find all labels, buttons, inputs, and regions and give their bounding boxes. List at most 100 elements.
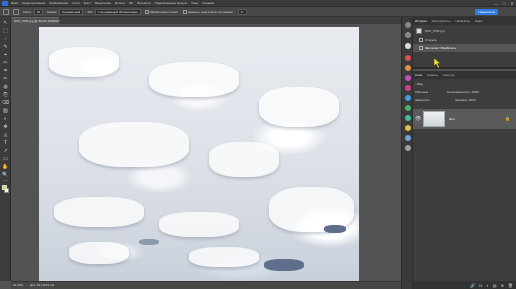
menu-view[interactable]: Просмотр [137, 1, 151, 5]
eyedropper-tool[interactable]: ✂ [2, 60, 9, 66]
layer-filter-select[interactable]: Вид [418, 82, 423, 86]
fill-field[interactable]: 100% [468, 98, 476, 102]
visibility-eye-icon[interactable]: 👁 [415, 116, 421, 122]
maximize-button[interactable]: □ [500, 0, 508, 7]
adjustment-layer-icon[interactable]: ◐ [486, 283, 488, 288]
hand-tool[interactable]: ✋ [2, 164, 9, 170]
menu-plugins[interactable]: Подключаемые модули [155, 1, 188, 5]
eraser-tool[interactable]: ⌫ [2, 100, 9, 106]
layer-name[interactable]: Фон [449, 116, 455, 122]
plugin-icon[interactable] [405, 115, 411, 121]
fill-label: Заливка: [455, 98, 468, 102]
blur-tool[interactable]: ◐ [2, 116, 9, 122]
tab-channels[interactable]: Каналы [427, 73, 438, 77]
brush-tool[interactable]: ✏ [2, 76, 9, 82]
angle-field[interactable]: 0° [237, 8, 247, 15]
type-tool[interactable]: T [2, 140, 9, 146]
plugin-icon[interactable] [405, 75, 411, 81]
ice-floe [54, 197, 144, 227]
search-icon[interactable]: ⌕ [415, 82, 417, 86]
document-tab[interactable]: DSC_6761.jpg @ 33,3% (RGB/8) * [11, 17, 61, 24]
share-button[interactable]: Поделиться [475, 9, 498, 15]
history-snapshot[interactable]: DSC_6761.jpg [413, 27, 516, 35]
layers-panel: Слои Каналы Контуры ⌕ Вид Обычные Непроз… [413, 71, 516, 289]
status-zoom[interactable]: 33,33% [13, 283, 23, 287]
plugin-icon[interactable] [405, 55, 411, 61]
minimize-button[interactable]: — [492, 0, 500, 7]
brush-settings-icon[interactable] [405, 32, 411, 38]
history-icon[interactable] [405, 22, 411, 28]
new-layer-icon[interactable]: ⊕ [501, 283, 504, 288]
lock-row: Закрепить: Заливка: 100% [415, 97, 476, 103]
opacity-field[interactable]: 100% [472, 90, 480, 94]
tab-layers[interactable]: Слои [415, 73, 422, 77]
link-layers-icon[interactable]: 🔗 [470, 283, 475, 288]
mode-select[interactable]: Нормальный [59, 8, 84, 15]
more-tools-icon[interactable]: ⋯ [2, 178, 9, 184]
history-state-selected[interactable]: Заплатка: Обработать [413, 44, 516, 52]
history-brush-tool[interactable]: ⎘ [2, 92, 9, 98]
tab-paths[interactable]: Контуры [443, 73, 455, 77]
menu-layers[interactable]: Слои [72, 1, 79, 5]
document-image[interactable] [39, 27, 359, 281]
dodge-tool[interactable]: ✥ [2, 124, 9, 130]
size-field[interactable]: 30 [33, 8, 44, 15]
close-button[interactable]: ✕ [508, 0, 516, 7]
sample-all-checkbox[interactable] [144, 9, 149, 14]
pressure-checkbox[interactable] [182, 9, 187, 14]
healing-tool[interactable]: ⌗ [2, 68, 9, 74]
water-gap [264, 259, 304, 271]
water-gap [324, 225, 346, 233]
menu-3d[interactable]: 3D [129, 1, 133, 5]
shape-tool[interactable]: ▭ [2, 156, 9, 162]
move-tool[interactable]: ↖ [2, 20, 9, 26]
sample-all-label: Образец всех слоев [149, 9, 178, 14]
water-gap [139, 239, 159, 245]
plugin-icon[interactable] [405, 95, 411, 101]
menu-filter[interactable]: Фильтр [115, 1, 125, 5]
type-select[interactable]: Учитывающий 3D имитацию [95, 8, 141, 15]
plugin-icon[interactable] [405, 65, 411, 71]
mouse-cursor-icon [434, 58, 442, 68]
menu-edit[interactable]: Редактирование [22, 1, 45, 5]
plugin-icon[interactable] [405, 125, 411, 131]
menu-window[interactable]: Окно [191, 1, 198, 5]
delete-layer-icon[interactable]: 🗑 [508, 283, 513, 288]
gradient-tool[interactable]: ▧ [2, 108, 9, 114]
quick-select-tool[interactable]: ✎ [2, 44, 9, 50]
clone-stamp-tool[interactable]: ◍ [2, 84, 9, 90]
history-state[interactable]: Открыть [413, 36, 516, 44]
plugin-icon[interactable] [405, 85, 411, 91]
tool-preset-icon[interactable] [13, 8, 19, 15]
path-select-tool[interactable]: ↗ [2, 148, 9, 154]
menu-help[interactable]: Справка [202, 1, 214, 5]
tools-panel: ↖ ⬚ ◌ ✎ ⌖ ✂ ⌗ ✏ ◍ ⎘ ⌫ ▧ ◐ ✥ ◬ T ↗ ▭ ✋ 🔍 … [0, 17, 11, 281]
lasso-tool[interactable]: ◌ [2, 36, 9, 42]
layer-row[interactable]: 👁 Фон 🔒 [413, 109, 516, 129]
crop-tool[interactable]: ⌖ [2, 52, 9, 58]
home-icon[interactable] [3, 8, 9, 15]
pressure-label: Нажатие пера влияет на размер [187, 9, 233, 14]
marquee-tool[interactable]: ⬚ [2, 28, 9, 34]
plugin-icon[interactable] [405, 145, 411, 151]
layer-style-icon[interactable]: fx [479, 283, 482, 288]
history-panel-tabs: История Инструменты Навигатор Инфо [413, 17, 516, 25]
plugin-icon[interactable] [405, 105, 411, 111]
pen-tool[interactable]: ◬ [2, 132, 9, 138]
group-icon[interactable]: ▤ [493, 283, 497, 288]
tab-navigator[interactable]: Навигатор [455, 19, 469, 23]
opacity-label: Непрозрачность: [447, 90, 471, 94]
blend-row: Обычные Непрозрачность: 100% [415, 89, 479, 95]
tab-history[interactable]: История [415, 19, 427, 23]
tab-info[interactable]: Инфо [475, 19, 483, 23]
foreground-color-swatch[interactable] [2, 185, 7, 190]
tab-tools[interactable]: Инструменты [432, 19, 451, 23]
ice-floe [189, 247, 259, 267]
menu-file[interactable]: Файл [11, 1, 18, 5]
menu-select[interactable]: Выделение [95, 1, 111, 5]
blend-mode-select[interactable]: Обычные [415, 90, 428, 94]
menu-type[interactable]: Текст [83, 1, 91, 5]
menu-image[interactable]: Изображение [49, 1, 68, 5]
plugin-icon[interactable] [405, 135, 411, 141]
character-icon[interactable] [405, 43, 411, 49]
